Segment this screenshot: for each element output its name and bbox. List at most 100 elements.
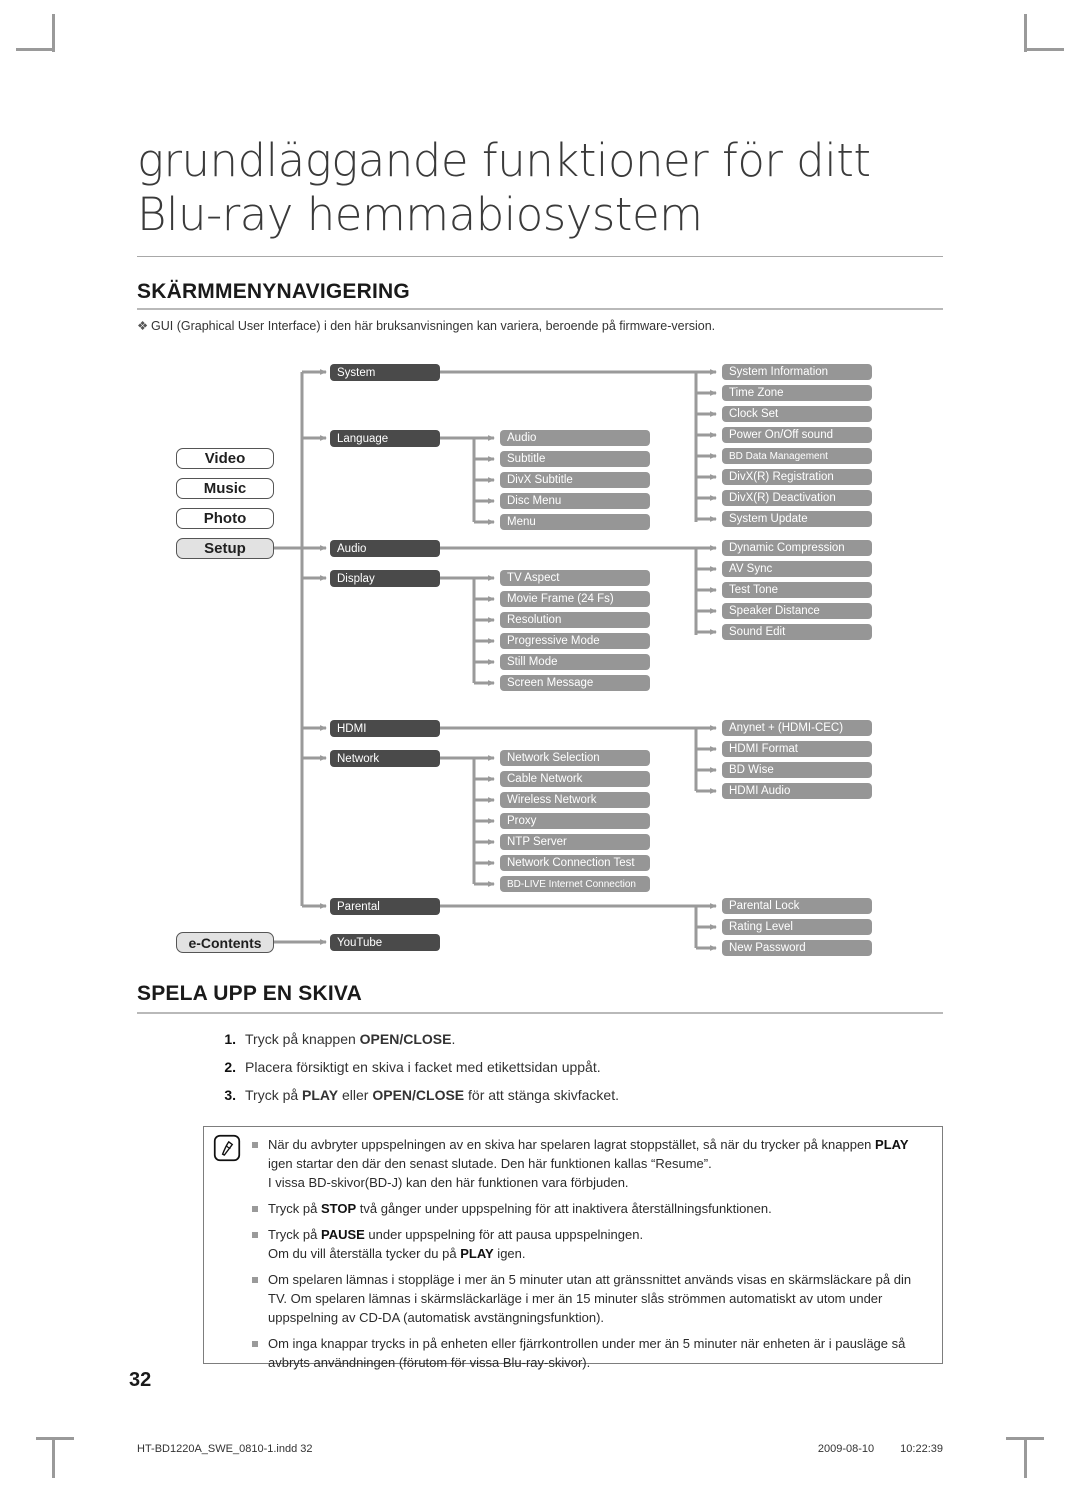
submenu-language-subtitle[interactable]: Subtitle [500, 451, 650, 467]
intro-bullet-text: GUI (Graphical User Interface) i den här… [151, 319, 716, 333]
page-footer: HT-BD1220A_SWE_0810-1.indd 32 2009-08-10… [137, 1443, 943, 1455]
submenu-system-power-sound[interactable]: Power On/Off sound [722, 427, 872, 443]
note-text: Tryck på STOP två gånger under uppspelni… [268, 1201, 772, 1216]
submenu-label: Parental Lock [729, 900, 800, 912]
note-text: Om spelaren lämnas i stoppläge i mer än … [268, 1272, 912, 1325]
step-text: Tryck på knappen OPEN/CLOSE. [245, 1031, 456, 1047]
submenu-label: HDMI Audio [729, 785, 791, 797]
submenu-label: System Information [729, 366, 829, 378]
submenu-display-screen-message[interactable]: Screen Message [500, 675, 650, 691]
submenu-network-connection-test[interactable]: Network Connection Test [500, 855, 650, 871]
menu-box-youtube[interactable]: YouTube [330, 934, 440, 951]
submenu-display-movie-frame[interactable]: Movie Frame (24 Fs) [500, 591, 650, 607]
page-number: 32 [129, 1369, 152, 1391]
submenu-language-disc-menu[interactable]: Disc Menu [500, 493, 650, 509]
section-heading-play-disc: SPELA UPP EN SKIVA [137, 982, 362, 1005]
section-divider-navigation [137, 308, 943, 310]
submenu-language-divx-subtitle[interactable]: DivX Subtitle [500, 472, 650, 488]
submenu-label: Time Zone [729, 387, 784, 399]
menu-box-youtube-label: YouTube [337, 936, 383, 949]
submenu-audio-sound-edit[interactable]: Sound Edit [722, 624, 872, 640]
submenu-audio-test-tone[interactable]: Test Tone [722, 582, 872, 598]
submenu-system-clock-set[interactable]: Clock Set [722, 406, 872, 422]
submenu-label: Audio [507, 432, 537, 444]
submenu-display-tv-aspect[interactable]: TV Aspect [500, 570, 650, 586]
submenu-label: Rating Level [729, 921, 793, 933]
submenu-audio-dynamic-compression[interactable]: Dynamic Compression [722, 540, 872, 556]
menu-box-system[interactable]: System [330, 364, 440, 381]
note-item: När du avbryter uppspelningen av en skiv… [252, 1135, 927, 1192]
submenu-network-proxy[interactable]: Proxy [500, 813, 650, 829]
submenu-language-audio[interactable]: Audio [500, 430, 650, 446]
submenu-network-cable[interactable]: Cable Network [500, 771, 650, 787]
step-item: 3. Tryck på PLAY eller OPEN/CLOSE för at… [210, 1087, 950, 1103]
square-bullet-icon [252, 1232, 258, 1238]
note-box: När du avbryter uppspelningen av en skiv… [203, 1126, 943, 1370]
square-bullet-icon [252, 1277, 258, 1283]
submenu-system-bd-data[interactable]: BD Data Management [722, 448, 872, 464]
menu-box-hdmi[interactable]: HDMI [330, 720, 440, 737]
menu-box-audio[interactable]: Audio [330, 540, 440, 557]
submenu-label: Speaker Distance [729, 605, 820, 617]
submenu-label: System Update [729, 513, 808, 525]
submenu-label: Network Connection Test [507, 857, 635, 869]
menu-box-hdmi-label: HDMI [337, 722, 367, 735]
submenu-system-information[interactable]: System Information [722, 364, 872, 380]
submenu-system-time-zone[interactable]: Time Zone [722, 385, 872, 401]
submenu-label: Screen Message [507, 677, 594, 689]
square-bullet-icon [252, 1341, 258, 1347]
submenu-label: DivX(R) Deactivation [729, 492, 836, 504]
footer-filename: HT-BD1220A_SWE_0810-1.indd 32 [137, 1443, 313, 1455]
submenu-language-menu[interactable]: Menu [500, 514, 650, 530]
page-title-line-1: grundläggande funktioner för ditt [137, 134, 871, 187]
submenu-system-divx-deact[interactable]: DivX(R) Deactivation [722, 490, 872, 506]
step-text: Placera försiktigt en skiva i facket med… [245, 1059, 601, 1075]
menu-box-parental[interactable]: Parental [330, 898, 440, 915]
footer-date: 2009-08-10 [817, 1443, 875, 1455]
menu-box-network-label: Network [337, 752, 380, 765]
root-item-photo[interactable]: Photo [176, 508, 274, 529]
footer-time: 10:22:39 [900, 1443, 943, 1455]
root-item-video[interactable]: Video [176, 448, 274, 469]
submenu-hdmi-anynet[interactable]: Anynet + (HDMI-CEC) [722, 720, 872, 736]
menu-box-network[interactable]: Network [330, 750, 440, 767]
submenu-network-wireless[interactable]: Wireless Network [500, 792, 650, 808]
submenu-label: Disc Menu [507, 495, 562, 507]
submenu-label: Progressive Mode [507, 635, 600, 647]
menu-box-language[interactable]: Language [330, 430, 440, 447]
diamond-bullet-icon: ❖ [137, 319, 149, 333]
submenu-hdmi-format[interactable]: HDMI Format [722, 741, 872, 757]
root-item-e-contents[interactable]: e-Contents [176, 932, 274, 953]
submenu-display-still-mode[interactable]: Still Mode [500, 654, 650, 670]
submenu-label: Resolution [507, 614, 562, 626]
submenu-parental-rating[interactable]: Rating Level [722, 919, 872, 935]
submenu-parental-lock[interactable]: Parental Lock [722, 898, 872, 914]
submenu-label: Still Mode [507, 656, 558, 668]
menu-box-display[interactable]: Display [330, 570, 440, 587]
submenu-label: Network Selection [507, 752, 600, 764]
submenu-display-resolution[interactable]: Resolution [500, 612, 650, 628]
steps-list: 1. Tryck på knappen OPEN/CLOSE. 2. Place… [210, 1031, 950, 1115]
intro-bullet: ❖ GUI (Graphical User Interface) i den hä… [137, 318, 937, 333]
root-item-music[interactable]: Music [176, 478, 274, 499]
submenu-audio-av-sync[interactable]: AV Sync [722, 561, 872, 577]
step-text: Tryck på PLAY eller OPEN/CLOSE för att s… [245, 1087, 619, 1103]
note-text: Om inga knappar trycks in på enheten ell… [268, 1336, 906, 1370]
step-number: 2. [224, 1059, 236, 1075]
submenu-parental-password[interactable]: New Password [722, 940, 872, 956]
submenu-network-selection[interactable]: Network Selection [500, 750, 650, 766]
root-item-setup[interactable]: Setup [176, 538, 274, 559]
submenu-hdmi-bd-wise[interactable]: BD Wise [722, 762, 872, 778]
submenu-label: DivX Subtitle [507, 474, 573, 486]
submenu-network-ntp-server[interactable]: NTP Server [500, 834, 650, 850]
submenu-audio-speaker-distance[interactable]: Speaker Distance [722, 603, 872, 619]
submenu-hdmi-audio[interactable]: HDMI Audio [722, 783, 872, 799]
submenu-system-divx-reg[interactable]: DivX(R) Registration [722, 469, 872, 485]
step-item: 1. Tryck på knappen OPEN/CLOSE. [210, 1031, 950, 1047]
submenu-system-update[interactable]: System Update [722, 511, 872, 527]
square-bullet-icon [252, 1142, 258, 1148]
menu-box-language-label: Language [337, 432, 389, 445]
submenu-network-bd-live[interactable]: BD-LIVE Internet Connection [500, 876, 650, 892]
step-number: 1. [224, 1031, 236, 1047]
submenu-display-progressive-mode[interactable]: Progressive Mode [500, 633, 650, 649]
